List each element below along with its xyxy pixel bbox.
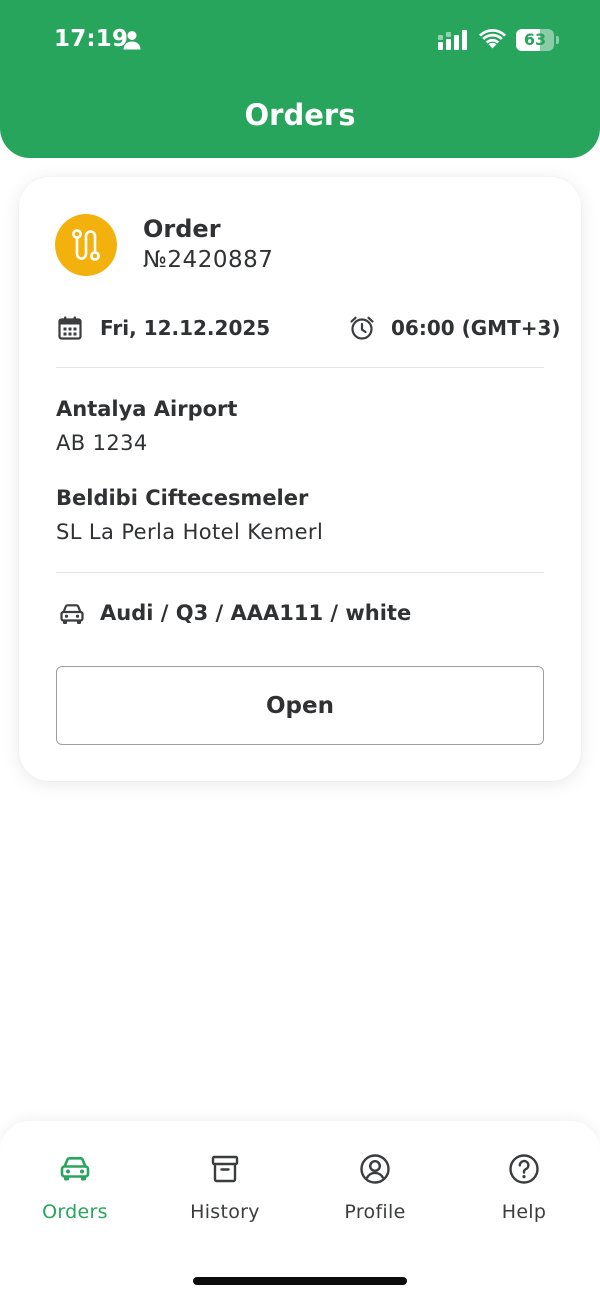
alarm-clock-icon <box>350 316 374 340</box>
nav-label-orders: Orders <box>42 1201 108 1223</box>
battery-body: 63 <box>516 29 554 51</box>
dropoff-detail: SL La Perla Hotel Kemerl <box>56 520 324 544</box>
car-icon <box>60 604 84 624</box>
order-card: Order №2420887 Fri, 12.12.2025 06:00 (GM… <box>19 177 581 781</box>
battery-cap <box>556 36 559 44</box>
pickup-place: Antalya Airport <box>56 397 238 421</box>
order-title: Order <box>143 215 221 243</box>
divider <box>56 572 544 573</box>
nav-item-orders[interactable]: Orders <box>0 1121 150 1241</box>
archive-icon <box>211 1155 239 1183</box>
order-time: 06:00 (GMT+3) <box>391 316 561 340</box>
vehicle-info: Audi / Q3 / AAA111 / white <box>100 601 412 625</box>
pickup-detail: AB 1234 <box>56 431 148 455</box>
status-time: 17:19 <box>54 26 129 52</box>
order-date: Fri, 12.12.2025 <box>100 316 271 340</box>
nav-item-help[interactable]: Help <box>449 1121 599 1241</box>
dropoff-place: Beldibi Ciftecesmeler <box>56 486 309 510</box>
signal-icon <box>438 30 467 50</box>
battery-level: 63 <box>523 30 547 49</box>
route-icon <box>72 229 100 261</box>
bottom-nav: Orders History Profile Help <box>0 1121 600 1298</box>
home-indicator <box>193 1277 407 1285</box>
divider <box>56 367 544 368</box>
app-header: 17:19 63 Orders <box>0 0 600 158</box>
person-icon <box>123 31 141 50</box>
calendar-icon <box>58 316 82 340</box>
page-title: Orders <box>244 98 356 132</box>
battery-indicator: 63 <box>516 29 559 51</box>
order-number: №2420887 <box>143 247 274 273</box>
nav-label-history: History <box>190 1201 260 1223</box>
nav-item-history[interactable]: History <box>150 1121 300 1241</box>
status-bar: 17:19 63 <box>0 0 600 80</box>
wifi-icon <box>479 29 506 49</box>
open-order-button[interactable]: Open <box>56 666 544 745</box>
user-circle-icon <box>360 1154 390 1184</box>
nav-item-profile[interactable]: Profile <box>300 1121 450 1241</box>
car-icon <box>60 1157 90 1181</box>
help-circle-icon <box>509 1154 539 1184</box>
screen: 17:19 63 Orders Order №2420887 Fri, 12.1… <box>0 0 600 1298</box>
nav-label-help: Help <box>501 1201 547 1223</box>
order-avatar <box>55 214 117 276</box>
nav-label-profile: Profile <box>344 1201 406 1223</box>
